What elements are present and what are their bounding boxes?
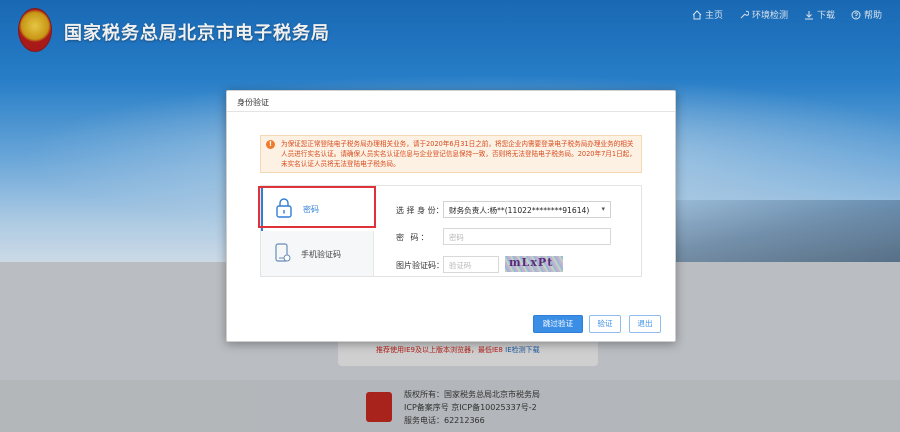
skip-verification-button[interactable]: 跳过验证 xyxy=(533,315,583,333)
verify-button[interactable]: 验证 xyxy=(589,315,621,333)
warning-text: 为保证您正常登陆电子税务局办理相关业务，请于2020年6月31日之前，将您企业内… xyxy=(281,140,636,169)
captcha-image-text: mLxPt xyxy=(509,256,554,269)
lock-icon xyxy=(276,198,292,218)
phone-icon xyxy=(275,243,291,262)
tab-password[interactable]: 密码 xyxy=(261,186,374,231)
tab-sms-code[interactable]: 手机验证码 xyxy=(261,231,374,276)
warning-icon: ! xyxy=(266,140,275,149)
verify-method-tabs: 密码 手机验证码 xyxy=(261,186,374,276)
identity-label: 选 择 身 份： xyxy=(396,206,444,215)
realname-warning: ! 为保证您正常登陆电子税务局办理相关业务，请于2020年6月31日之前，将您企… xyxy=(260,135,642,173)
password-label: 密 码： xyxy=(396,233,431,242)
captcha-input[interactable]: 验证码 xyxy=(443,256,499,273)
exit-button[interactable]: 退出 xyxy=(629,315,661,333)
password-input[interactable]: 密码 xyxy=(443,228,611,245)
identity-select[interactable]: 财务负责人:杨**(11022********91614) ▾ xyxy=(443,201,611,218)
captcha-label: 图片验证码： xyxy=(396,261,444,270)
identity-selected-value: 财务负责人:杨**(11022********91614) xyxy=(449,206,590,215)
chevron-down-icon: ▾ xyxy=(601,205,605,213)
tab-sms-label: 手机验证码 xyxy=(301,250,341,259)
identity-verification-dialog: 身份验证 ! 为保证您正常登陆电子税务局办理相关业务，请于2020年6月31日之… xyxy=(226,90,676,342)
tab-password-label: 密码 xyxy=(303,205,319,214)
dialog-title: 身份验证 xyxy=(237,98,269,107)
dialog-divider xyxy=(227,111,675,112)
captcha-image[interactable]: mLxPt xyxy=(505,256,563,272)
